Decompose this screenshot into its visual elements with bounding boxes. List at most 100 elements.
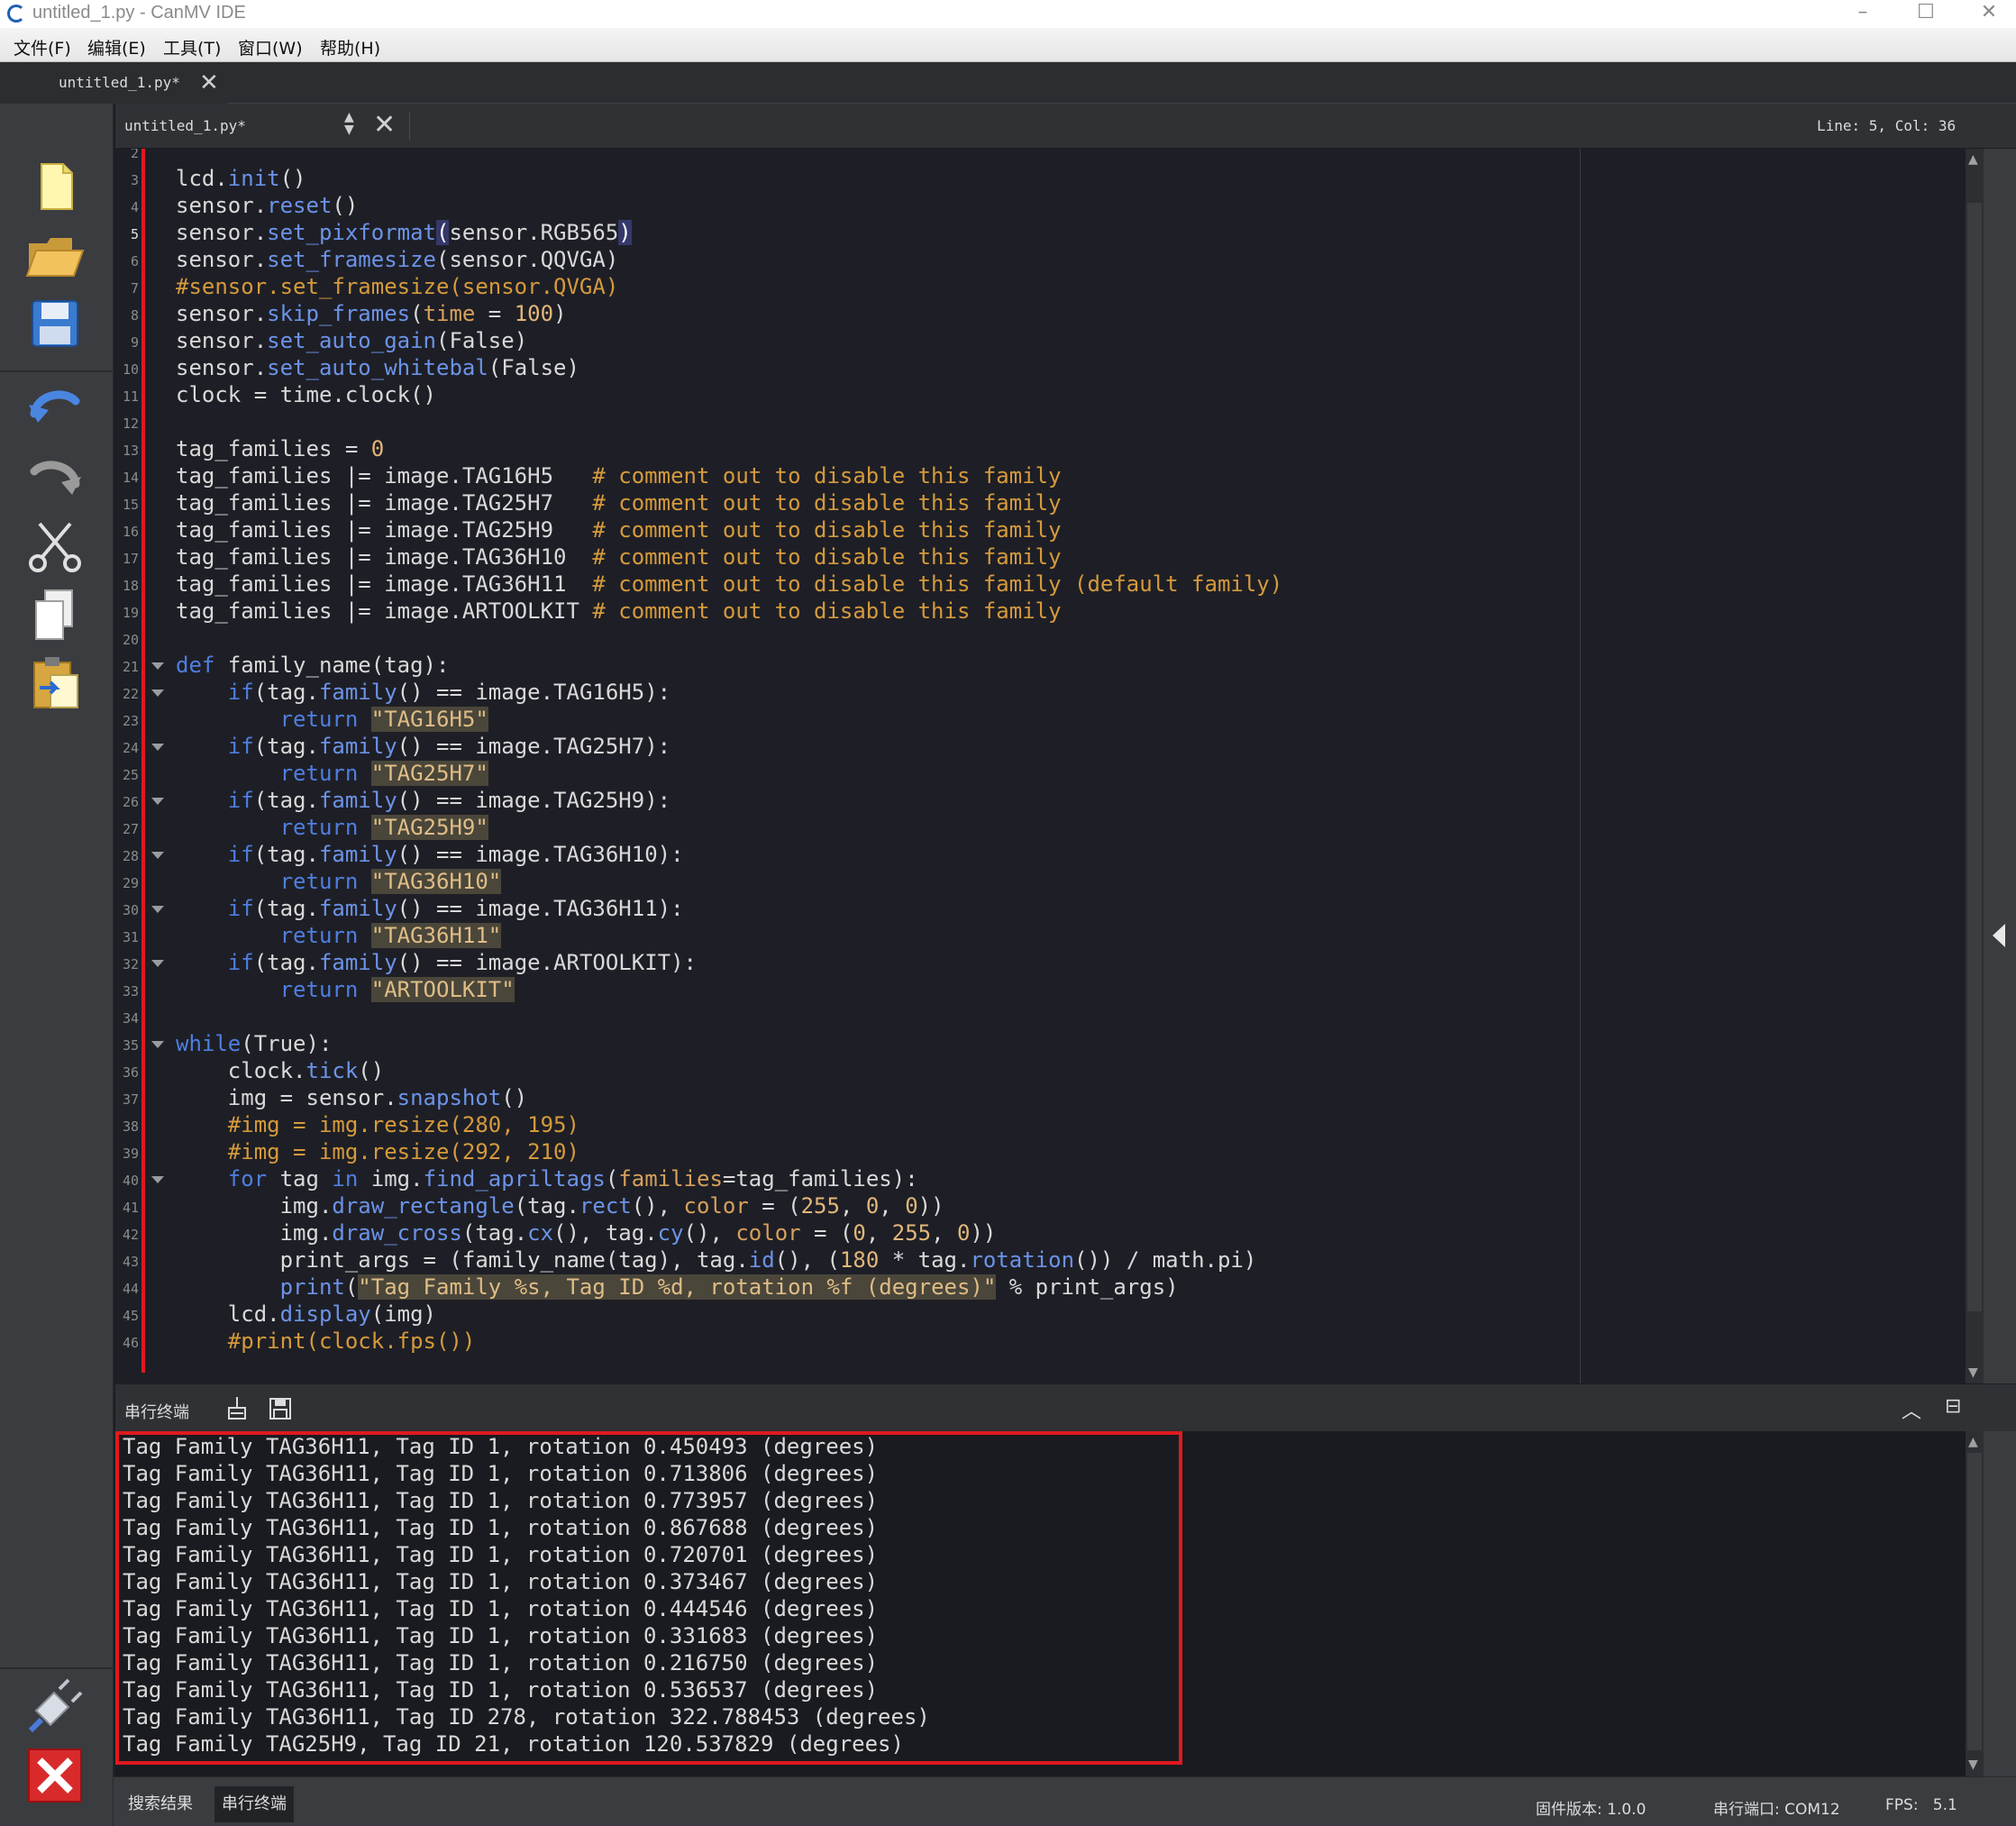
clear-terminal-icon[interactable]	[223, 1395, 251, 1422]
code-line[interactable]: tag_families |= image.TAG36H10 # comment…	[176, 543, 1062, 571]
serial-terminal-output[interactable]: Tag Family TAG36H11, Tag ID 1, rotation …	[115, 1431, 1966, 1776]
code-line[interactable]: while(True):	[176, 1030, 332, 1057]
code-line[interactable]: tag_families |= image.TAG25H9 # comment …	[176, 516, 1062, 543]
open-folder-icon[interactable]	[23, 224, 87, 287]
code-line[interactable]: sensor.set_auto_whitebal(False)	[176, 354, 579, 381]
open-file-combobox[interactable]: untitled_1.py*	[124, 117, 246, 134]
code-line[interactable]: #img = img.resize(292, 210)	[176, 1138, 579, 1165]
cut-icon[interactable]	[23, 515, 87, 578]
close-tab-icon[interactable]: ✕	[199, 69, 219, 96]
code-line[interactable]: if(tag.family() == image.ARTOOLKIT):	[176, 949, 697, 976]
code-line[interactable]: tag_families |= image.TAG36H11 # comment…	[176, 571, 1282, 598]
scrollbar-thumb[interactable]	[1967, 203, 1982, 1311]
paste-icon[interactable]	[23, 652, 87, 715]
menu-help[interactable]: 帮助(H)	[320, 35, 380, 59]
line-number: 21	[122, 659, 139, 675]
code-line[interactable]: lcd.display(img)	[176, 1301, 436, 1328]
tab-untitled-1[interactable]: untitled_1.py* ✕	[0, 62, 227, 104]
line-number: 31	[122, 929, 139, 945]
code-line[interactable]: #sensor.set_framesize(sensor.QVGA)	[176, 273, 618, 300]
maximize-button[interactable]: ☐	[1899, 0, 1953, 28]
header-divider	[409, 113, 410, 140]
code-line[interactable]: if(tag.family() == image.TAG16H5):	[176, 679, 670, 706]
save-icon[interactable]	[23, 292, 87, 355]
code-line[interactable]: if(tag.family() == image.TAG36H10):	[176, 841, 684, 868]
tab-serial-terminal[interactable]: 串行终端	[214, 1786, 294, 1822]
code-line[interactable]: def family_name(tag):	[176, 652, 449, 679]
fold-toggle-icon[interactable]	[151, 689, 164, 697]
code-line[interactable]: return "TAG36H11"	[176, 922, 502, 949]
code-line[interactable]: return "TAG25H9"	[176, 814, 488, 841]
code-line[interactable]: lcd.init()	[176, 165, 306, 192]
minimize-button[interactable]: –	[1836, 0, 1890, 28]
scroll-up-icon[interactable]: ▲	[1968, 152, 1978, 167]
code-line[interactable]: tag_families |= image.TAG16H5 # comment …	[176, 462, 1062, 489]
code-line[interactable]: clock = time.clock()	[176, 381, 436, 408]
fold-toggle-icon[interactable]	[151, 852, 164, 859]
chevron-up-icon[interactable]: ︿	[1902, 1395, 1921, 1424]
code-line[interactable]: if(tag.family() == image.TAG25H9):	[176, 787, 670, 814]
code-line[interactable]: #print(clock.fps())	[176, 1328, 476, 1355]
close-document-icon[interactable]: ✕	[373, 109, 396, 141]
tab-search-results[interactable]: 搜索结果	[121, 1786, 200, 1822]
close-window-button[interactable]: ✕	[1962, 0, 2016, 28]
fold-toggle-icon[interactable]	[151, 906, 164, 913]
new-file-icon[interactable]	[23, 155, 87, 218]
code-line[interactable]: clock.tick()	[176, 1057, 384, 1084]
code-line[interactable]: print("Tag Family %s, Tag ID %d, rotatio…	[176, 1274, 1179, 1301]
code-line[interactable]: if(tag.family() == image.TAG36H11):	[176, 895, 684, 922]
line-number: 19	[122, 605, 139, 621]
menu-tools[interactable]: 工具(T)	[163, 35, 221, 59]
fold-toggle-icon[interactable]	[151, 1041, 164, 1048]
code-line[interactable]: print_args = (family_name(tag), tag.id()…	[176, 1246, 1257, 1274]
line-number: 17	[122, 551, 139, 567]
code-editor[interactable]: 2 3 4 5 6 7 8 9 10 11 12 13 14 15 16 17 18 19 20 21 22 23 24 25…	[115, 149, 1966, 1383]
menu-edit[interactable]: 编辑(E)	[87, 35, 146, 59]
redo-icon[interactable]	[23, 446, 87, 509]
code-line[interactable]: #img = img.resize(280, 195)	[176, 1111, 579, 1138]
menu-window[interactable]: 窗口(W)	[238, 35, 303, 59]
fold-toggle-icon[interactable]	[151, 960, 164, 967]
code-line[interactable]: for tag in img.find_apriltags(families=t…	[176, 1165, 918, 1192]
fold-toggle-icon[interactable]	[151, 662, 164, 670]
code-line[interactable]: sensor.set_auto_gain(False)	[176, 327, 527, 354]
scrollbar-thumb[interactable]	[1967, 1453, 1982, 1750]
expand-panel-icon[interactable]	[1993, 924, 2005, 947]
highlight-box	[115, 1431, 1182, 1765]
connect-plug-icon[interactable]	[23, 1675, 87, 1738]
scroll-down-icon[interactable]: ▼	[1968, 1365, 1978, 1380]
code-line[interactable]: img.draw_rectangle(tag.rect(), color = (…	[176, 1192, 944, 1219]
undo-icon[interactable]	[23, 378, 87, 441]
code-line[interactable]: sensor.set_pixformat(sensor.RGB565)	[176, 219, 632, 246]
menu-file[interactable]: 文件(F)	[14, 35, 71, 59]
stop-icon[interactable]	[23, 1744, 87, 1807]
code-line[interactable]: tag_families |= image.ARTOOLKIT # commen…	[176, 598, 1062, 625]
save-terminal-icon[interactable]	[267, 1395, 294, 1422]
line-number: 23	[122, 713, 139, 729]
minimize-panel-icon[interactable]: ⊟	[1945, 1395, 1961, 1418]
scroll-up-icon[interactable]: ▲	[1968, 1435, 1978, 1449]
line-number: 27	[122, 821, 139, 837]
code-line[interactable]: tag_families = 0	[176, 435, 384, 462]
firmware-version: 固件版本: 1.0.0	[1536, 1801, 1647, 1819]
scroll-down-icon[interactable]: ▼	[1968, 1758, 1978, 1772]
editor-scrollbar[interactable]: ▲ ▼	[1966, 149, 1984, 1383]
fold-toggle-icon[interactable]	[151, 1176, 164, 1183]
code-line[interactable]: if(tag.family() == image.TAG25H7):	[176, 733, 670, 760]
fold-toggle-icon[interactable]	[151, 744, 164, 751]
code-line[interactable]: return "TAG25H7"	[176, 760, 488, 787]
code-line[interactable]: return "ARTOOLKIT"	[176, 976, 515, 1003]
combobox-arrows-icon[interactable]: ▲ ▼	[344, 111, 354, 136]
code-line[interactable]: sensor.set_framesize(sensor.QQVGA)	[176, 246, 618, 273]
code-line[interactable]: sensor.reset()	[176, 192, 358, 219]
copy-icon[interactable]	[23, 583, 87, 646]
code-line[interactable]: img = sensor.snapshot()	[176, 1084, 527, 1111]
terminal-scrollbar[interactable]: ▲ ▼	[1966, 1431, 1984, 1776]
code-line[interactable]: return "TAG36H10"	[176, 868, 502, 895]
code-line[interactable]: return "TAG16H5"	[176, 706, 488, 733]
code-line[interactable]: tag_families |= image.TAG25H7 # comment …	[176, 489, 1062, 516]
code-line[interactable]: sensor.skip_frames(time = 100)	[176, 300, 567, 327]
fold-toggle-icon[interactable]	[151, 798, 164, 805]
line-number: 30	[122, 902, 139, 918]
code-line[interactable]: img.draw_cross(tag.cx(), tag.cy(), color…	[176, 1219, 997, 1246]
